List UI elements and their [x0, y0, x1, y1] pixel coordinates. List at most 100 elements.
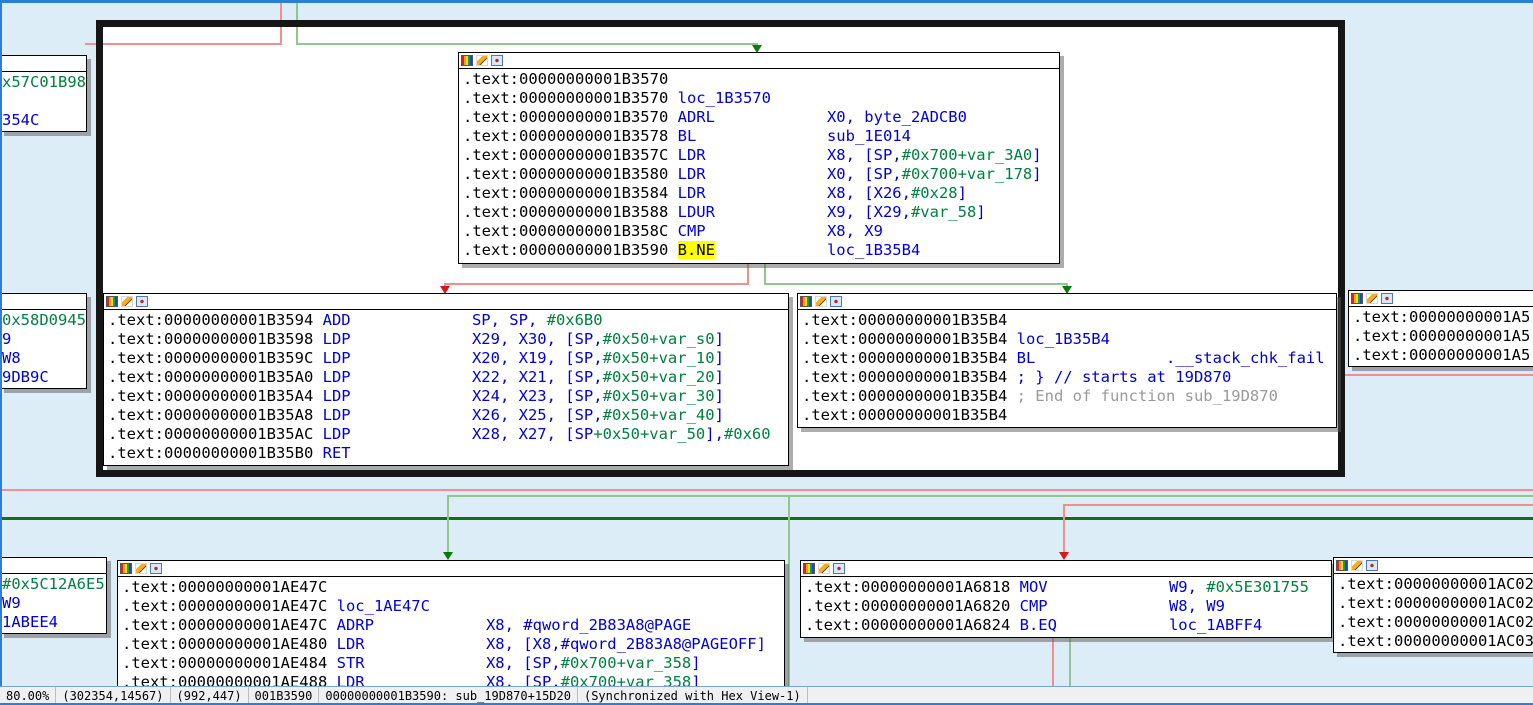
node-group-icon[interactable] — [491, 55, 503, 66]
code-line: .text:00000000001A5 — [1353, 327, 1531, 345]
code-line: .text:00000000001AC02 — [1338, 613, 1533, 631]
code-line: .text:00000000001B35A8 LDP X26, X25, [SP… — [108, 406, 724, 424]
node-code: 0x58D0945B 9 W8 9DB9C — [0, 310, 86, 387]
edge-red-right-of-frame — [1345, 374, 1533, 376]
edge-incoming-green-vertical — [296, 3, 298, 43]
partial-block-mid-right[interactable]: .text:00000000001A5 .text:00000000001A5 .t… — [1348, 290, 1533, 367]
node-code: .text:00000000001AC02 .text:00000000001AC… — [1334, 574, 1533, 651]
edge-arrow-into-bottom-left-block — [443, 552, 453, 560]
edge-channel-green — [447, 495, 1533, 497]
edge-incoming-red-horizontal — [85, 43, 282, 45]
code-line: .text:00000000001B3570 — [463, 70, 669, 88]
node-color-icon[interactable] — [1336, 560, 1348, 571]
edge-channel-darkgreen-full — [0, 517, 1533, 520]
code-line: .text:00000000001B3590 B.NE loc_1B35B4 — [463, 241, 921, 259]
node-code: .text:00000000001AE47C .text:00000000001A… — [118, 577, 784, 692]
code-line: .text:00000000001B3570 ADRL X0, byte_2AD… — [463, 108, 967, 126]
edge-green-into-bottom-left — [447, 495, 449, 552]
code-line: .text:00000000001AC02 — [1338, 575, 1533, 593]
code-line: .text:00000000001B35B4 — [802, 406, 1008, 424]
node-color-icon[interactable] — [461, 55, 473, 66]
edge-red-into-bottom-right — [1063, 504, 1065, 552]
code-line: .text:00000000001AE47C loc_1AE47C — [122, 597, 430, 615]
node-color-icon[interactable] — [106, 296, 118, 307]
code-line: .text:00000000001B3570 loc_1B3570 — [463, 89, 771, 107]
code-line: .text:00000000001B35B4 ; End of function… — [802, 387, 1278, 405]
code-line: 9DB9C — [2, 368, 49, 386]
edge-incoming-red-vertical — [280, 3, 282, 43]
node-title-bar — [118, 561, 784, 577]
node-edit-icon[interactable] — [815, 296, 827, 307]
code-line: .text:00000000001B359C LDP X20, X19, [SP… — [108, 349, 724, 367]
status-zoom-level: 80.00% — [0, 687, 57, 704]
node-color-icon[interactable] — [803, 563, 815, 574]
node-group-icon[interactable] — [136, 296, 148, 307]
node-edit-icon[interactable] — [135, 563, 147, 574]
node-code: .text:00000000001B3570 .text:00000000001B… — [459, 69, 1059, 260]
code-line: .text:00000000001B35A0 LDP X22, X21, [SP… — [108, 368, 724, 386]
basic-block-1B3594[interactable]: .text:00000000001B3594 ADD SP, SP, #0x6B… — [103, 293, 789, 466]
edge-green-out-of-bottom-right — [1069, 636, 1071, 686]
node-title-bar — [104, 294, 788, 310]
node-title-bar — [1334, 558, 1533, 574]
node-edit-icon[interactable] — [818, 563, 830, 574]
code-line: .text:00000000001B35AC LDP X28, X27, [SP… — [108, 425, 771, 443]
code-line: .text:00000000001B35B4 — [802, 311, 1008, 329]
code-line: .text:00000000001A6824 B.EQ loc_1ABFF4 — [805, 616, 1263, 634]
edge-arrow-into-bottom-right-block — [1059, 552, 1069, 560]
node-code: .text:00000000001A6818 MOV W9, #0x5E3017… — [801, 577, 1331, 635]
status-graph-coords: (302354,14567) — [56, 687, 171, 704]
code-line: .text:00000000001B3584 LDR X8, [X26,#0x2… — [463, 184, 967, 202]
basic-block-loc-1B35B4[interactable]: .text:00000000001B35B4 .text:00000000001B… — [797, 293, 1337, 428]
code-line: .text:00000000001B35B4 BL .__stack_chk_f… — [802, 349, 1325, 367]
partial-block-mid-left[interactable]: 0x58D0945B 9 W8 9DB9C — [0, 293, 87, 389]
code-line: .text:00000000001AC03 — [1338, 632, 1533, 650]
code-line: .text:00000000001B3588 LDUR X9, [X29,#va… — [463, 203, 986, 221]
partial-block-bottom-left[interactable]: #0x5C12A6E5 W9 1ABEE4 — [0, 557, 107, 634]
code-line: .text:00000000001A6818 MOV W9, #0x5E3017… — [805, 578, 1309, 596]
edge-false-branch-vertical — [747, 261, 749, 284]
edge-red-out-of-bottom-right — [1052, 636, 1054, 686]
edge-green-long-vertical — [788, 495, 790, 686]
basic-block-loc-1AE47C[interactable]: .text:00000000001AE47C .text:00000000001A… — [117, 560, 785, 695]
node-edit-icon[interactable] — [476, 55, 488, 66]
node-group-icon[interactable] — [1366, 560, 1378, 571]
node-edit-icon[interactable] — [121, 296, 133, 307]
code-line: .text:00000000001A5 — [1353, 308, 1531, 326]
status-address-full: 00000000001B3590: sub_19D870+15D20 — [319, 687, 578, 704]
node-color-icon[interactable] — [800, 296, 812, 307]
edge-incoming-green-horizontal — [296, 43, 758, 45]
code-line: .text:00000000001AE484 STR X8, [SP,#0x70… — [122, 654, 701, 672]
ida-graph-view: { "colors": { "canvas_outside": "#dcedf8… — [0, 0, 1533, 705]
code-line: .text:00000000001AE480 LDR X8, [X8,#qwor… — [122, 635, 766, 653]
node-title-bar — [459, 53, 1059, 69]
node-color-icon[interactable] — [120, 563, 132, 574]
node-code: x57C01B98 354C — [0, 72, 86, 130]
node-title-bar — [1349, 291, 1533, 307]
code-line: .text:00000000001B35B4 loc_1B35B4 — [802, 330, 1110, 348]
basic-block-loc-1B3570[interactable]: .text:00000000001B3570 .text:00000000001B… — [458, 52, 1060, 264]
node-group-icon[interactable] — [830, 296, 842, 307]
node-color-icon[interactable] — [1351, 293, 1363, 304]
partial-block-bottom-right[interactable]: .text:00000000001AC02 .text:00000000001AC… — [1333, 557, 1533, 653]
code-line: #0x5C12A6E5 — [2, 575, 105, 593]
node-group-icon[interactable] — [150, 563, 162, 574]
status-view-coords: (992,447) — [171, 687, 249, 704]
node-code: #0x5C12A6E5 W9 1ABEE4 — [0, 574, 106, 632]
code-line: x57C01B98 — [2, 73, 86, 91]
partial-block-top-left[interactable]: x57C01B98 354C — [0, 55, 87, 132]
node-edit-icon[interactable] — [1351, 560, 1363, 571]
node-edit-icon[interactable] — [1366, 293, 1378, 304]
code-line: .text:00000000001B3580 LDR X0, [SP,#0x70… — [463, 165, 1042, 183]
node-group-icon[interactable] — [1381, 293, 1393, 304]
basic-block-1A6818[interactable]: .text:00000000001A6818 MOV W9, #0x5E3017… — [800, 560, 1332, 638]
node-group-icon[interactable] — [833, 563, 845, 574]
status-sync-state: (Synchronized with Hex View-1) — [578, 687, 808, 704]
code-line: .text:00000000001AE47C — [122, 578, 328, 596]
window-top-border — [0, 0, 1533, 3]
status-bar: 80.00% (302354,14567) (992,447) 001B3590… — [0, 686, 1533, 704]
node-title-bar — [801, 561, 1331, 577]
code-line: 0x58D0945B — [2, 311, 86, 329]
edge-true-branch-horizontal — [764, 283, 1068, 285]
